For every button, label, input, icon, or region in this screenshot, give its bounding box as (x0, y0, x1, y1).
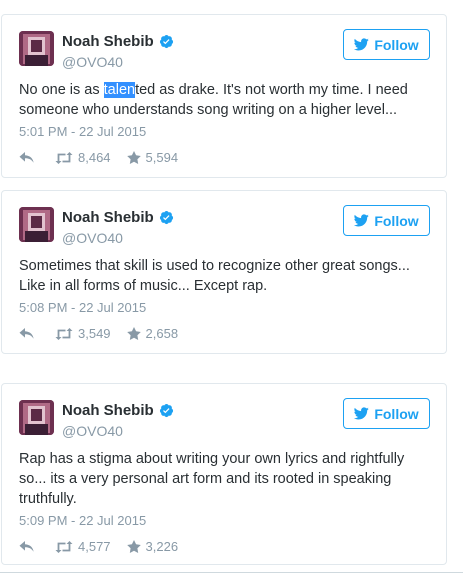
reply-icon[interactable] (19, 327, 35, 340)
follow-label: Follow (374, 212, 419, 229)
reply-icon[interactable] (19, 151, 35, 164)
retweet-button[interactable]: 4,577 (55, 539, 111, 554)
like-count: 2,658 (145, 326, 179, 341)
like-button[interactable]: 3,226 (126, 539, 179, 554)
follow-button[interactable]: Follow (343, 398, 430, 429)
tweet-text: Sometimes that skill is used to recogniz… (19, 258, 410, 294)
reply-icon[interactable] (19, 540, 35, 553)
like-button[interactable]: 5,594 (126, 150, 179, 165)
bird-icon (354, 407, 370, 420)
like-count: 5,594 (145, 150, 179, 165)
avatar[interactable] (19, 207, 54, 242)
tweet-card-2: Noah Shebib @OVO40 Follow Sometimes that… (1, 190, 447, 354)
divider (0, 572, 463, 573)
follow-label: Follow (374, 36, 419, 53)
tweet-timestamp[interactable]: 5:09 PM - 22 Jul 2015 (19, 513, 146, 528)
retweet-button[interactable]: 3,549 (55, 326, 111, 341)
retweet-icon (55, 151, 73, 164)
like-count: 3,226 (145, 539, 179, 554)
author-name-label: Noah Shebib (62, 33, 154, 50)
follow-button[interactable]: Follow (343, 205, 430, 236)
verified-badge-icon (159, 403, 174, 418)
like-button[interactable]: 2,658 (126, 326, 179, 341)
retweet-count: 8,464 (78, 150, 111, 165)
tweet-actions: 3,549 2,658 (19, 326, 178, 341)
tweet-text-before: No one is as (19, 82, 104, 98)
tweet-actions: 4,577 3,226 (19, 539, 178, 554)
author-name[interactable]: Noah Shebib (62, 33, 174, 50)
avatar[interactable] (19, 400, 54, 435)
tweet-actions: 8,464 5,594 (19, 150, 178, 165)
star-icon (126, 327, 141, 340)
retweet-count: 3,549 (78, 326, 111, 341)
tweet-timestamp[interactable]: 5:08 PM - 22 Jul 2015 (19, 300, 146, 315)
author-handle[interactable]: @OVO40 (62, 423, 123, 439)
retweet-button[interactable]: 8,464 (55, 150, 111, 165)
tweet-card-3: Noah Shebib @OVO40 Follow Rap has a stig… (1, 383, 447, 565)
tweet-card-1: Noah Shebib @OVO40 Follow No one is as t… (1, 14, 447, 178)
avatar[interactable] (19, 31, 54, 66)
selected-text: talen (103, 82, 136, 98)
retweet-count: 4,577 (78, 539, 111, 554)
author-name-label: Noah Shebib (62, 402, 154, 419)
retweet-icon (55, 327, 73, 340)
tweet-text: Rap has a stigma about writing your own … (19, 451, 405, 507)
follow-label: Follow (374, 405, 419, 422)
retweet-icon (55, 540, 73, 553)
tweet-text: No one is as talented as drake. It's not… (19, 80, 430, 120)
follow-button[interactable]: Follow (343, 29, 430, 60)
author-name-label: Noah Shebib (62, 209, 154, 226)
author-name[interactable]: Noah Shebib (62, 402, 174, 419)
bird-icon (354, 38, 370, 51)
tweet-timestamp[interactable]: 5:01 PM - 22 Jul 2015 (19, 124, 146, 139)
verified-badge-icon (159, 34, 174, 49)
author-handle[interactable]: @OVO40 (62, 54, 123, 70)
star-icon (126, 540, 141, 553)
bird-icon (354, 214, 370, 227)
star-icon (126, 151, 141, 164)
author-handle[interactable]: @OVO40 (62, 230, 123, 246)
author-name[interactable]: Noah Shebib (62, 209, 174, 226)
verified-badge-icon (159, 210, 174, 225)
